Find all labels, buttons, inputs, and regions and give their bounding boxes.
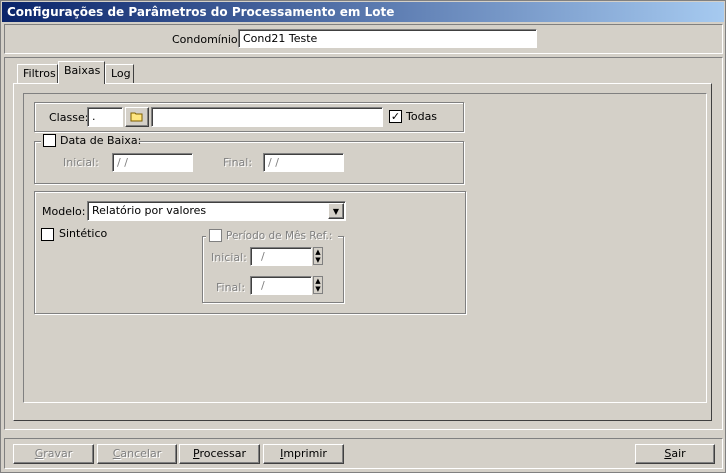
tab-log[interactable]: Log xyxy=(105,64,134,83)
spin-up-icon: ▲ xyxy=(315,248,321,256)
data-baixa-checkbox[interactable] xyxy=(43,134,56,147)
classe-description-input[interactable] xyxy=(151,107,383,127)
data-baixa-label: Data de Baixa: xyxy=(60,134,142,147)
condominio-label: Condomínio: xyxy=(172,33,242,46)
classe-code-input[interactable]: . xyxy=(87,107,123,127)
periodo-inicial-input[interactable]: / xyxy=(250,247,312,266)
tab-filtros[interactable]: Filtros xyxy=(17,64,58,83)
processar-button[interactable]: Processar xyxy=(179,444,260,464)
periodo-inicial-spinner[interactable]: ▲ ▼ xyxy=(313,247,323,265)
spin-up-icon: ▲ xyxy=(315,277,321,285)
data-baixa-final-label: Final: xyxy=(223,156,253,169)
modelo-select[interactable]: Relatório por valores ▼ xyxy=(87,201,346,221)
periodo-inicial-label: Inicial: xyxy=(211,251,247,264)
spin-down-icon: ▼ xyxy=(315,285,321,293)
cancelar-button[interactable]: Cancelar xyxy=(97,444,177,464)
todas-label: Todas xyxy=(406,110,438,123)
modelo-dropdown-button[interactable]: ▼ xyxy=(328,203,344,219)
main-window: Configurações de Parâmetros do Processam… xyxy=(0,0,726,473)
window-title: Configurações de Parâmetros do Processam… xyxy=(2,2,724,22)
data-baixa-inicial-input[interactable]: / / xyxy=(112,153,193,172)
modelo-select-value: Relatório por valores xyxy=(92,204,207,217)
data-baixa-inicial-label: Inicial: xyxy=(63,156,99,169)
condominio-input[interactable]: Cond21 Teste xyxy=(238,29,537,48)
sair-button[interactable]: Sair xyxy=(635,444,715,464)
periodo-final-spinner[interactable]: ▲ ▼ xyxy=(313,276,323,294)
gravar-button[interactable]: Gravar xyxy=(13,444,94,464)
tab-baixas[interactable]: Baixas xyxy=(58,61,105,84)
sintetico-checkbox[interactable] xyxy=(41,228,54,241)
modelo-label: Modelo: xyxy=(42,205,86,218)
imprimir-button[interactable]: Imprimir xyxy=(263,444,344,464)
spin-down-icon: ▼ xyxy=(315,256,321,264)
classe-browse-button[interactable] xyxy=(125,107,149,127)
periodo-final-input[interactable]: / xyxy=(250,276,312,295)
todas-checkbox[interactable]: ✓ xyxy=(389,110,402,123)
sintetico-label: Sintético xyxy=(59,227,108,240)
periodo-final-label: Final: xyxy=(216,281,246,294)
periodo-label: Período de Mês Ref.: xyxy=(226,230,333,242)
data-baixa-final-input[interactable]: / / xyxy=(263,153,344,172)
chevron-down-icon: ▼ xyxy=(332,207,340,216)
classe-label: Classe: xyxy=(49,111,89,124)
folder-icon xyxy=(130,108,144,126)
periodo-checkbox[interactable] xyxy=(209,229,222,242)
